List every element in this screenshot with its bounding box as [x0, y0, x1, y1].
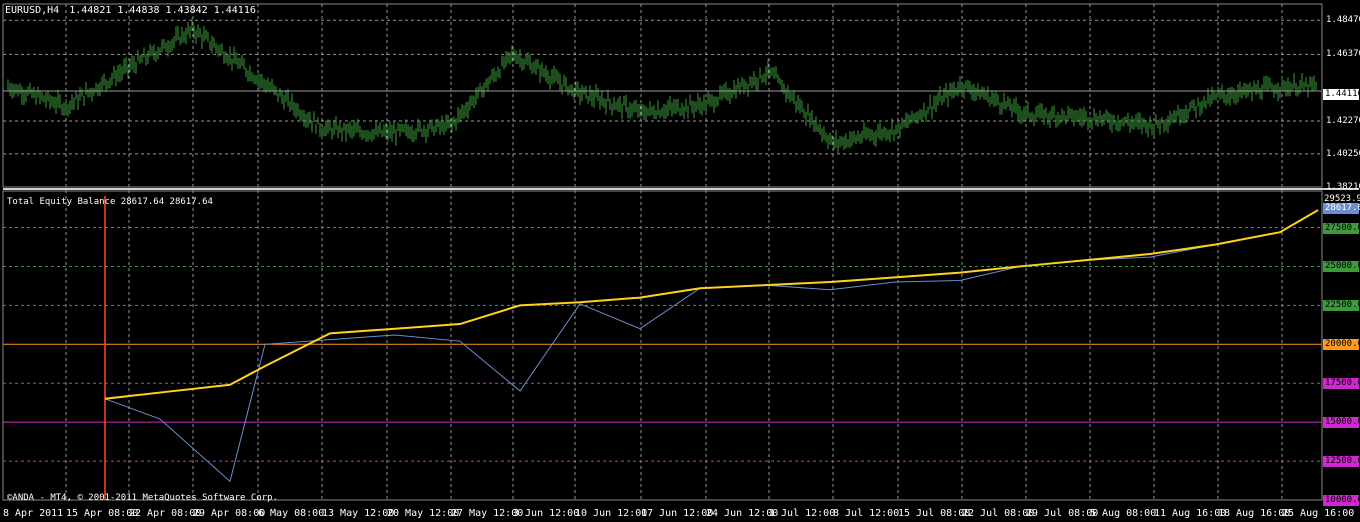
price-bars — [3, 18, 1322, 154]
time-tick-label: 6 May 08:00 — [258, 508, 325, 519]
chart-canvas[interactable] — [0, 0, 1360, 522]
time-tick-label: 29 Apr 08:00 — [193, 508, 266, 519]
time-tick-label: 8 Jul 12:00 — [833, 508, 900, 519]
time-tick-label: 24 Jun 12:00 — [706, 508, 779, 519]
balance-line — [104, 209, 1319, 400]
time-tick-label: 11 Aug 16:00 — [1154, 508, 1227, 519]
level-tick-label: 15000.00 — [1323, 417, 1360, 429]
time-tick-label: 8 Apr 2011 — [3, 508, 64, 519]
indicator-panel-frame — [2, 190, 1323, 501]
level-tick-label: 10000.00 — [1323, 495, 1360, 506]
time-tick-label: 25 Aug 16:00 — [1282, 508, 1355, 519]
price-panel-frame — [2, 3, 1323, 188]
time-tick-label: 13 May 12:00 — [322, 508, 395, 519]
time-tick-label: 5 Aug 08:00 — [1090, 508, 1157, 519]
indicator-levels — [3, 196, 1322, 501]
ohlc-values: 1.44821 1.44838 1.43842 1.44116 — [69, 5, 256, 16]
chart-window[interactable]: EURUSD,H4 1.44821 1.44838 1.43842 1.4411… — [0, 0, 1360, 522]
level-tick-label: 25000.00 — [1323, 261, 1360, 273]
level-tick-label: 12500.00 — [1323, 456, 1360, 468]
level-tick-label: 27500.00 — [1323, 222, 1360, 234]
time-tick-label: 15 Apr 08:00 — [66, 508, 139, 519]
time-tick-label: 10 Jun 12:00 — [575, 508, 648, 519]
indicator-lines — [104, 209, 1319, 483]
time-tick-label: 15 Jul 08:00 — [898, 508, 971, 519]
level-tick-label: 20000.00 — [1323, 339, 1360, 351]
time-tick-label: 29 Jul 08:00 — [1026, 508, 1099, 519]
time-tick-label: 18 Aug 16:00 — [1218, 508, 1291, 519]
level-tick-label: 22500.00 — [1323, 300, 1360, 312]
time-tick-label: 1 Jul 12:00 — [769, 508, 836, 519]
current-equity-box: 28617.6 — [1323, 203, 1360, 214]
time-tick-label: 17 Jun 12:00 — [641, 508, 714, 519]
price-tick-label: 1.46370 — [1326, 49, 1360, 60]
price-tick-label: 1.42270 — [1326, 116, 1360, 127]
level-tick-label: 17500.00 — [1323, 378, 1360, 390]
frame — [2, 3, 1359, 501]
time-tick-label: 22 Apr 08:00 — [129, 508, 202, 519]
time-tick-label: 3 Jun 12:00 — [513, 508, 580, 519]
equity-line — [104, 209, 1319, 483]
price-tick-label: 1.48470 — [1326, 15, 1360, 26]
symbol-text: EURUSD,H4 — [5, 5, 60, 16]
price-tick-label: 1.40250 — [1326, 148, 1360, 159]
current-price-box: 1.44116 — [1323, 89, 1360, 100]
copyright-label: ©ANDA - MT4, © 2001-2011 MetaQuotes Soft… — [7, 493, 278, 503]
symbol-label: EURUSD,H4 1.44821 1.44838 1.43842 1.4411… — [5, 5, 256, 17]
price-tick-label: 1.38210 — [1326, 182, 1360, 192]
time-tick-label: 22 Jul 08:00 — [962, 508, 1035, 519]
grid — [3, 4, 1322, 500]
indicator-label: Total Equity Balance 28617.64 28617.64 — [7, 197, 213, 207]
time-tick-label: 20 May 12:00 — [387, 508, 460, 519]
